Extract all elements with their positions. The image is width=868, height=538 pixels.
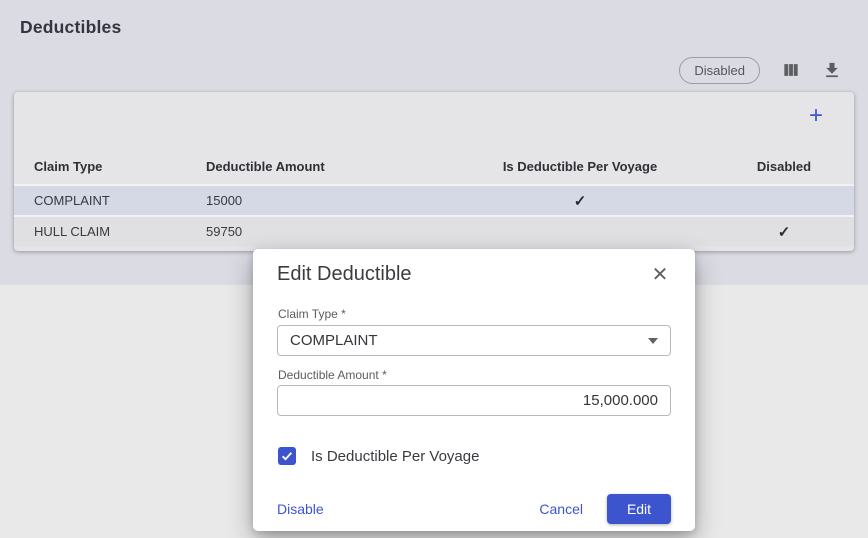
cell-claim-type: HULL CLAIM <box>34 224 206 239</box>
dialog-actions: Disable Cancel Edit <box>277 494 671 524</box>
disabled-filter-label: Disabled <box>694 63 745 78</box>
deductible-amount-input[interactable] <box>277 385 671 416</box>
download-icon[interactable] <box>822 60 842 80</box>
edit-deductible-dialog: Edit Deductible ✕ Claim Type * COMPLAINT… <box>253 249 695 531</box>
chevron-down-icon <box>648 338 658 344</box>
column-header-disabled: Disabled <box>724 159 844 184</box>
cancel-button[interactable]: Cancel <box>539 501 583 517</box>
section-toolbar: Disabled <box>679 56 842 84</box>
deductibles-section: Deductibles Disabled + Claim Type Deduct… <box>0 0 868 285</box>
cell-disabled: ✓ <box>724 192 844 210</box>
claim-type-select[interactable]: COMPLAINT <box>277 325 671 356</box>
deductibles-table-card: + Claim Type Deductible Amount Is Deduct… <box>14 92 854 251</box>
disable-button[interactable]: Disable <box>277 501 324 517</box>
table-toolbar: + <box>14 92 854 140</box>
cell-claim-type: COMPLAINT <box>34 193 206 208</box>
table-row[interactable]: COMPLAINT 15000 ✓ ✓ <box>14 184 854 215</box>
claim-type-label: Claim Type * <box>278 307 346 321</box>
column-header-claim-type: Claim Type <box>34 159 206 184</box>
cell-disabled: ✓ <box>724 223 844 241</box>
cell-is-deductible-per-voyage: ✓ <box>436 192 724 210</box>
table-row[interactable]: HULL CLAIM 59750 ✓ ✓ <box>14 215 854 246</box>
edit-button[interactable]: Edit <box>607 494 671 524</box>
is-deductible-per-voyage-checkbox-row[interactable]: Is Deductible Per Voyage <box>278 446 479 466</box>
deductible-amount-label: Deductible Amount * <box>278 368 387 382</box>
checkbox-label: Is Deductible Per Voyage <box>311 448 479 465</box>
page-title: Deductibles <box>20 17 121 38</box>
check-icon: ✓ <box>778 224 791 241</box>
dialog-title: Edit Deductible <box>277 263 412 286</box>
check-icon: ✓ <box>574 193 587 210</box>
claim-type-value: COMPLAINT <box>290 332 648 349</box>
cell-deductible-amount: 59750 <box>206 224 436 239</box>
table-header-row: Claim Type Deductible Amount Is Deductib… <box>14 140 854 184</box>
checked-checkbox-icon[interactable] <box>278 447 296 465</box>
disabled-filter-button[interactable]: Disabled <box>679 57 760 84</box>
cell-is-deductible-per-voyage: ✓ <box>436 223 724 241</box>
column-header-is-deductible-per-voyage: Is Deductible Per Voyage <box>436 159 724 184</box>
close-icon[interactable]: ✕ <box>649 264 671 286</box>
column-header-deductible-amount: Deductible Amount <box>206 159 436 184</box>
view-columns-icon[interactable] <box>781 60 801 80</box>
add-deductible-button[interactable]: + <box>803 103 829 129</box>
cell-deductible-amount: 15000 <box>206 193 436 208</box>
